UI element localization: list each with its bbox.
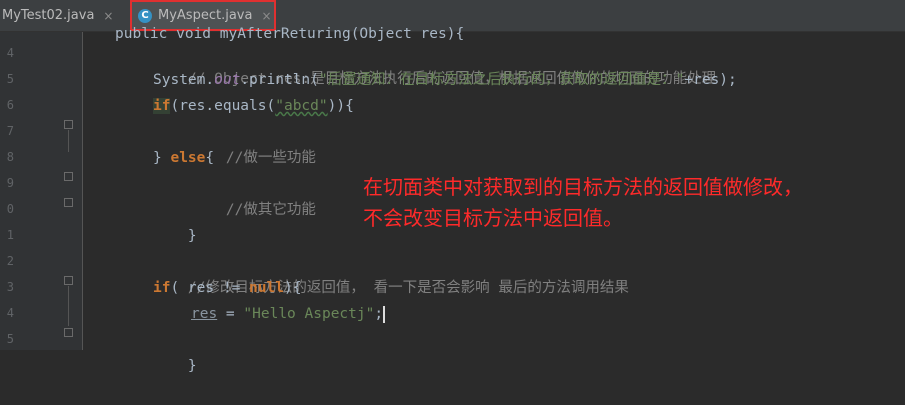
line-number: 4 <box>6 46 14 60</box>
code-token: } <box>187 228 197 244</box>
comment: //做一些功能 <box>225 150 316 166</box>
line-number: 4 <box>6 306 14 320</box>
line-number: 2 <box>6 254 14 268</box>
fold-toggle-icon[interactable] <box>64 276 73 285</box>
code-token: ){ <box>283 280 302 296</box>
text-caret <box>383 305 386 323</box>
code-token: = <box>217 306 244 322</box>
annotation-line: 在切面类中对获取到的目标方法的返回值做修改， <box>363 175 803 199</box>
code-line: //修改目标方法的返回值， 看一下是否会影响 最后的方法调用结果 <box>153 249 629 296</box>
code-line: res = "Hello Aspectj"; <box>191 301 386 327</box>
string-literal: "abcd" <box>275 98 328 114</box>
keyword: null <box>249 280 284 296</box>
fold-toggle-icon[interactable] <box>64 328 73 337</box>
code-line: } else{ <box>153 145 214 171</box>
close-icon[interactable]: × <box>103 9 113 23</box>
fold-toggle-icon[interactable] <box>64 120 73 129</box>
code-line: // Object res:是目标方法执行后的返回值，根据返回值做你的切面的功能… <box>153 40 716 87</box>
code-line: if(res.equals("abcd")){ <box>153 93 354 119</box>
line-number: 5 <box>6 72 14 86</box>
comment: //做其它功能 <box>225 202 316 218</box>
fold-guide <box>68 130 69 152</box>
code-token: ( res != <box>170 280 250 296</box>
line-number-gutter: 4 5 6 7 8 9 0 1 2 3 4 5 <box>0 32 83 350</box>
line-number: 1 <box>6 228 14 242</box>
code-token: } <box>153 150 171 166</box>
close-icon[interactable]: × <box>261 9 271 23</box>
line-number: 9 <box>6 176 14 190</box>
code-line: if( res != null){ <box>153 275 301 301</box>
fold-toggle-icon[interactable] <box>64 172 73 181</box>
line-number: 8 <box>6 150 14 164</box>
keyword: if <box>153 280 171 296</box>
code-token: System. <box>153 72 215 88</box>
variable: res <box>191 306 218 322</box>
code-line: //做其它功能 <box>191 171 316 218</box>
code-line: System.out.println("后置通知：在目标方法之后执行的，获取的返… <box>153 67 737 93</box>
tab-label: MyAspect.java <box>158 8 253 23</box>
class-icon: C <box>138 8 152 23</box>
fold-guide <box>68 286 69 326</box>
line-number: 5 <box>6 332 14 346</box>
code-token: .println( <box>240 72 319 88</box>
code-line: //做一些功能 <box>191 119 316 166</box>
code-token: +res); <box>684 72 737 88</box>
code-token: (res.equals( <box>170 98 276 114</box>
tab-label: MyTest02.java <box>2 8 95 23</box>
tab-mytest02[interactable]: MyTest02.java × <box>0 0 126 31</box>
red-annotation-text: 在切面类中对获取到的目标方法的返回值做修改， 不会改变目标方法中返回值。 <box>363 172 803 234</box>
line-number: 7 <box>6 124 14 138</box>
code-token: { <box>205 150 215 166</box>
annotation-line: 不会改变目标方法中返回值。 <box>363 206 623 230</box>
line-number: 6 <box>6 98 14 112</box>
code-token: )){ <box>327 98 354 114</box>
string-literal: "Hello Aspectj" <box>243 306 375 322</box>
code-line: } <box>153 197 197 244</box>
code-token: out <box>214 72 241 88</box>
fold-toggle-icon[interactable] <box>64 198 73 207</box>
line-number: 3 <box>6 280 14 294</box>
code-token: } <box>187 358 197 374</box>
code-token: ; <box>374 306 384 322</box>
keyword: else <box>170 150 206 166</box>
line-number: 0 <box>6 202 14 216</box>
keyword: if <box>153 98 171 114</box>
code-line: } <box>153 327 197 374</box>
string-literal: "后置通知：在目标方法之后执行的，获取的返回值是：" <box>318 72 685 88</box>
